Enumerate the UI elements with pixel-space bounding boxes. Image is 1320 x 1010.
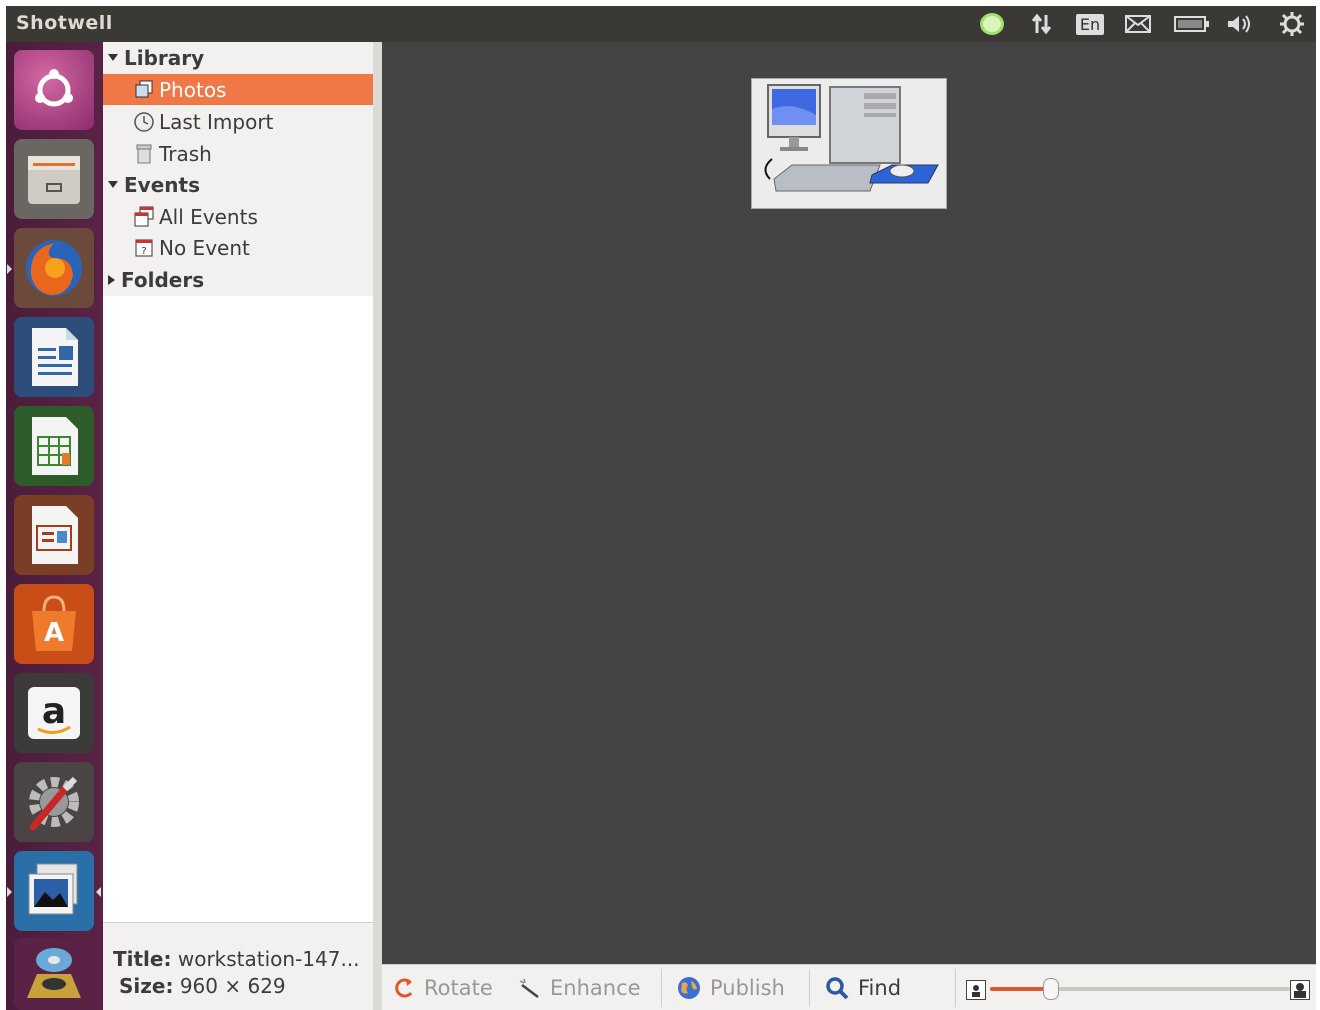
last-import-label: Last Import [159,109,274,134]
photo-grid [382,42,1316,964]
disc-icon[interactable] [14,938,94,1010]
enhance-button[interactable]: Enhance [518,973,641,1003]
zoom-in-icon[interactable] [1290,980,1310,1000]
expander-down-icon[interactable] [108,54,118,61]
no-event-label: No Event [159,235,250,260]
amazon-icon[interactable]: a [14,673,94,753]
messaging-icon[interactable] [976,10,1008,38]
search-icon [826,977,849,1000]
mail-icon[interactable] [1122,10,1154,38]
sidebar-item-no-event[interactable]: ? No Event [103,232,373,263]
focused-indicator [96,887,101,897]
zoom-out-icon[interactable] [966,980,986,1000]
svg-text:a: a [42,691,66,732]
sidebar-item-photos[interactable]: Photos [103,74,373,105]
session-gear-icon[interactable] [1276,10,1308,38]
rotate-label: Rotate [424,976,493,1000]
events-icon [133,206,155,228]
files-icon[interactable] [14,139,94,219]
bottom-toolbar: Rotate Enhance Publish Find [382,964,1316,1010]
size-label: Size: [119,974,174,998]
enhance-label: Enhance [550,976,641,1000]
keyboard-layout-indicator[interactable]: En [1074,10,1106,38]
photos-icon [133,79,155,101]
zoom-slider-track[interactable] [990,978,1290,1000]
svg-text:?: ? [141,246,146,257]
publish-button[interactable]: Publish [676,973,785,1003]
expander-right-icon[interactable] [108,274,115,285]
expander-down-icon[interactable] [108,181,118,188]
all-events-label: All Events [159,204,258,229]
desktop: Shotwell En A a Library Photos Last Impo… [6,6,1316,1010]
libreoffice-impress-icon[interactable] [14,495,94,575]
toolbar-separator [809,969,810,1007]
no-event-icon: ? [133,237,155,259]
find-label: Find [858,976,902,1000]
firefox-icon[interactable] [14,228,94,308]
running-indicator [7,264,12,274]
find-button[interactable]: Find [824,973,901,1003]
title-value: workstation-147... [177,947,360,971]
folders-label: Folders [121,267,205,292]
publish-label: Publish [710,976,785,1000]
battery-icon[interactable] [1172,10,1212,38]
info-size: Size: 960 × 629 [119,974,286,998]
launcher: A a [6,42,103,1010]
libreoffice-calc-icon[interactable] [14,406,94,486]
sidebar-item-library[interactable]: Library [103,42,373,73]
keyboard-layout-label: En [1075,13,1105,35]
system-settings-icon[interactable] [14,762,94,842]
sidebar-splitter[interactable] [373,42,382,1010]
photos-label: Photos [159,77,227,102]
zoom-slider-handle[interactable] [1043,978,1059,1000]
photo-info-pane: Title: workstation-147... Size: 960 × 62… [103,922,373,1010]
toolbar-separator [955,969,956,1007]
trash-icon [133,143,155,165]
svg-text:A: A [44,618,64,648]
software-center-icon[interactable]: A [14,584,94,664]
libreoffice-writer-icon[interactable] [14,317,94,397]
running-indicator [7,887,12,897]
size-value: 960 × 629 [179,974,286,998]
network-icon[interactable] [1026,10,1058,38]
sidebar-item-all-events[interactable]: All Events [103,201,373,232]
globe-icon [678,977,700,999]
photo-thumbnail[interactable] [751,78,947,209]
window-title: Shotwell [16,12,113,34]
rotate-button[interactable]: Rotate [394,973,493,1003]
toolbar-separator [661,969,662,1007]
info-title: Title: workstation-147... [113,947,360,971]
sidebar-item-last-import[interactable]: Last Import [103,106,373,137]
clock-icon [133,111,155,133]
library-label: Library [124,45,205,70]
ubuntu-dash-icon[interactable] [14,50,94,130]
top-panel: Shotwell En [6,6,1316,42]
sidebar-item-trash[interactable]: Trash [103,138,373,169]
sidebar-item-events[interactable]: Events [103,169,373,200]
enhance-wand-icon [519,978,539,998]
events-label: Events [124,172,200,197]
trash-label: Trash [159,141,212,166]
sidebar-tree: Library Photos Last Import Trash Events … [103,42,373,296]
shotwell-icon[interactable] [14,851,94,931]
rotate-icon [395,978,413,998]
zoom-slider-fill [990,987,1050,991]
sidebar-item-folders[interactable]: Folders [103,264,373,295]
sidebar: Library Photos Last Import Trash Events … [103,42,373,922]
title-label: Title: [113,947,172,971]
volume-icon[interactable] [1224,10,1256,38]
